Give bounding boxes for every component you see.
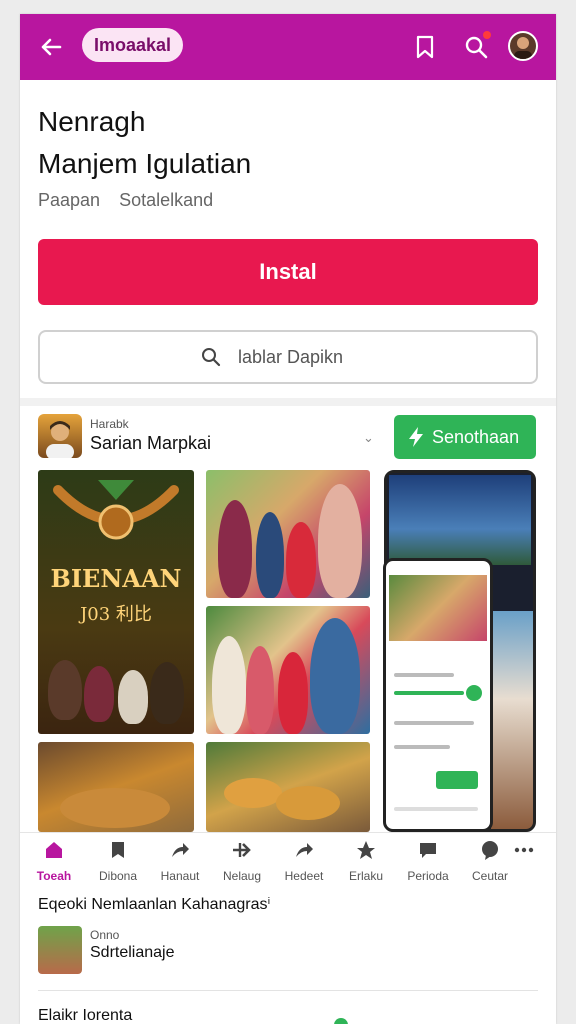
- tab-label: Dibona: [98, 869, 138, 883]
- inner-phone-line: [394, 807, 478, 811]
- app-name[interactable]: Sarian Marpkai: [90, 433, 211, 454]
- arrow-icon: [233, 843, 251, 857]
- photo-person: [212, 636, 246, 734]
- page-title-line2: Manjem Igulatian: [38, 148, 252, 179]
- poster-ornament-icon: [53, 480, 179, 540]
- tab-home[interactable]: Toeah: [24, 839, 84, 883]
- subtitle-left: Paapan: [38, 190, 101, 210]
- subtitle: Paapan Sotalelkand: [38, 190, 227, 211]
- tab-label: Ceutar: [471, 869, 509, 883]
- poster-person: [48, 660, 82, 720]
- phone-screen-side: [491, 611, 533, 829]
- food-plate: [276, 786, 340, 820]
- notification-dot: [483, 31, 491, 39]
- tab-hedeet[interactable]: Hedeet: [274, 839, 334, 883]
- chat-icon: [420, 843, 436, 858]
- tab-label: Perioda: [407, 869, 449, 883]
- home-icon: [46, 842, 62, 858]
- title-pill[interactable]: Imoaakal: [82, 28, 184, 62]
- user-avatar[interactable]: [508, 31, 538, 61]
- inner-phone-toggle: [466, 685, 482, 701]
- search-icon: [202, 348, 221, 367]
- poster-person: [84, 666, 114, 722]
- inner-phone-button: [436, 771, 478, 789]
- more-menu-button[interactable]: [504, 839, 544, 861]
- list-item-thumbnail[interactable]: [38, 926, 82, 974]
- bookmark-icon: [112, 842, 124, 858]
- top-bar: Imoaakal: [20, 14, 556, 80]
- inner-phone-line: [394, 721, 474, 725]
- follow-button-label: Senothaan: [432, 427, 520, 447]
- phone-screen-header: [389, 475, 531, 565]
- install-button[interactable]: Instal: [38, 239, 538, 305]
- tab-label: Nelaug: [222, 869, 262, 883]
- poster-image[interactable]: BIENAAN J03 利比: [38, 470, 194, 734]
- list-item-name[interactable]: Sdrtelianaje: [90, 944, 175, 962]
- food-plate: [60, 788, 170, 828]
- tab-hanaut[interactable]: Hanaut: [150, 839, 210, 883]
- search-placeholder: lablar Dapikn: [238, 347, 344, 367]
- poster-subtitle: J03 利比: [80, 604, 152, 625]
- tab-label: Hedeet: [284, 869, 324, 883]
- poster-person: [150, 662, 184, 724]
- app-category: Harabk: [90, 417, 129, 431]
- subtitle-right: Sotalelkand: [119, 190, 214, 210]
- bubble-icon: [482, 841, 498, 860]
- tab-label: Toeah: [36, 869, 72, 883]
- share-icon: [172, 843, 189, 857]
- bookmark-icon[interactable]: [412, 34, 438, 60]
- bottom-section-title: Elaikr Iorenta: [38, 1007, 133, 1024]
- photo-person: [286, 522, 316, 598]
- page-title-line1: Nenragh: [38, 106, 146, 137]
- photo-person: [278, 652, 308, 734]
- photo-person: [256, 512, 284, 598]
- chevron-down-icon[interactable]: ⌄: [363, 430, 374, 446]
- tab-label: Erlaku: [348, 869, 383, 883]
- forward-icon: [296, 843, 313, 857]
- list-item-category: Onno: [90, 928, 120, 942]
- bolt-icon: [409, 427, 423, 447]
- tab-nelaug[interactable]: Nelaug: [212, 839, 272, 883]
- photo-person: [310, 618, 360, 734]
- poster-person: [118, 670, 148, 724]
- app-person-icon: [46, 421, 74, 458]
- photo-person: [218, 500, 252, 598]
- tab-perioda[interactable]: Perioda: [398, 839, 458, 883]
- follow-button[interactable]: Senothaan: [394, 415, 536, 459]
- tab-label: Hanaut: [160, 869, 200, 883]
- section-title: Eqeoki Nemlaanlan Kahanagrasⁱ: [38, 896, 271, 913]
- search-box[interactable]: lablar Dapikn: [38, 330, 538, 384]
- bottom-tab-bar: Toeah Dibona Hanaut Nelaug Hedeet Erlaku…: [20, 832, 556, 894]
- photo-tile-3[interactable]: [38, 742, 194, 832]
- back-arrow-icon[interactable]: [36, 32, 66, 62]
- inner-phone-line: [394, 673, 454, 677]
- list-divider: [38, 990, 538, 991]
- photo-tile-2[interactable]: [206, 606, 370, 734]
- inner-phone-mockup[interactable]: [383, 558, 493, 832]
- inner-phone-line: [394, 691, 464, 695]
- inner-phone-image: [389, 575, 487, 641]
- inner-phone-line: [394, 745, 450, 749]
- avatar-face-icon: [514, 37, 532, 59]
- food-plate: [224, 778, 282, 808]
- poster-title: BIENAAN: [50, 564, 182, 593]
- photo-person: [246, 646, 274, 734]
- section-divider: [20, 398, 556, 406]
- app-icon[interactable]: [38, 414, 82, 458]
- app-page: Imoaakal Nenragh Manjem Igulatian Paapan…: [20, 14, 556, 1024]
- tab-dibona[interactable]: Dibona: [88, 839, 148, 883]
- photo-tile-4[interactable]: [206, 742, 370, 832]
- photo-tile-1[interactable]: [206, 470, 370, 598]
- star-icon: [357, 841, 375, 859]
- photo-person: [318, 484, 362, 598]
- tab-erlaku[interactable]: Erlaku: [336, 839, 396, 883]
- more-dots-icon: [514, 847, 534, 853]
- status-dot: [334, 1018, 348, 1024]
